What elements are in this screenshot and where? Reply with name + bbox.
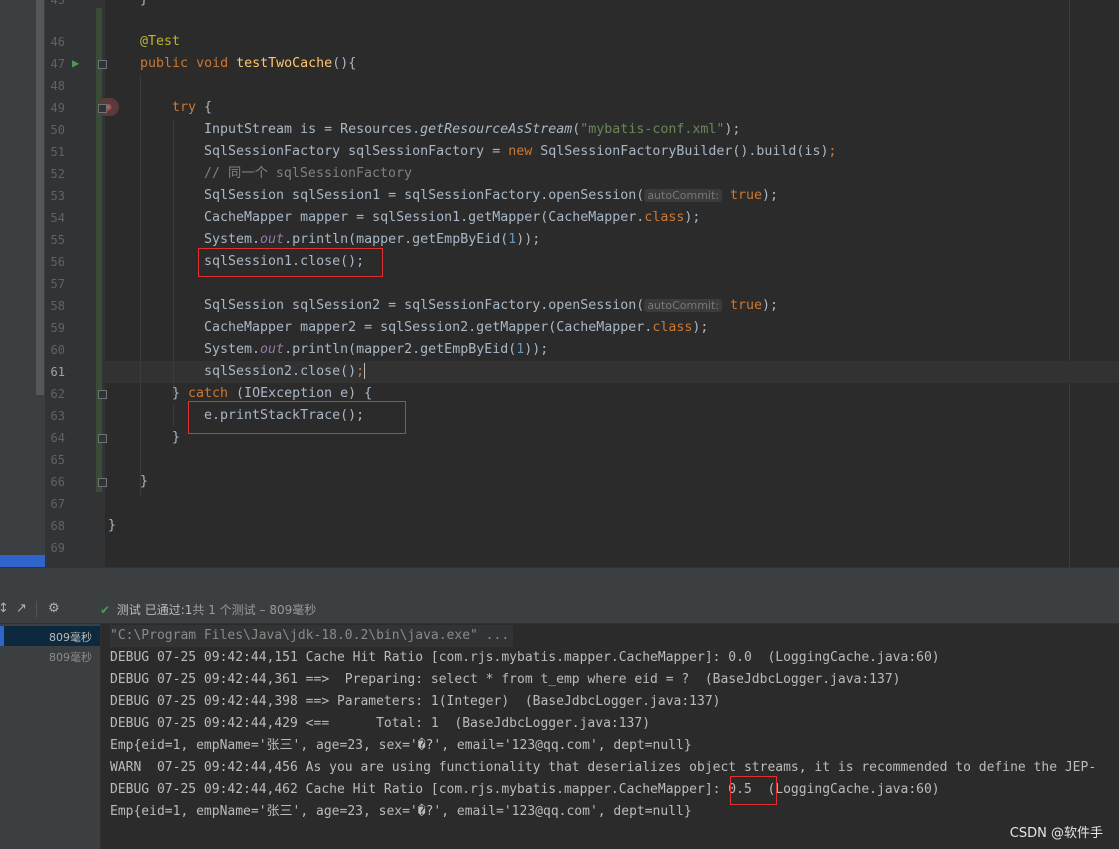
console-line: DEBUG 07-25 09:42:44,429 <== Total: 1 (B… — [110, 716, 651, 731]
line-number: 59 — [50, 321, 65, 335]
highlight-box-hit-ratio — [730, 776, 777, 805]
line-number: 61 — [50, 365, 65, 379]
test-tree-row[interactable]: 809毫秒 — [0, 646, 100, 666]
param-hint: autoCommit: — [644, 189, 722, 202]
line-number: 66 — [50, 475, 65, 489]
line-number: 47 — [50, 57, 65, 71]
console-line: Emp{eid=1, empName='张三', age=23, sex='�?… — [110, 738, 692, 753]
indent-guide — [173, 405, 174, 427]
fold-marker-icon[interactable] — [98, 390, 107, 399]
code-line: InputStream is = Resources.getResourceAs… — [204, 122, 741, 137]
test-duration: 809毫秒 — [49, 651, 92, 664]
line-number: 48 — [50, 79, 65, 93]
indent-guide — [140, 75, 141, 495]
project-scrollbar[interactable] — [36, 0, 44, 395]
code-line: sqlSession2.close(); — [204, 363, 366, 379]
highlight-box-close1 — [198, 248, 383, 277]
line-number: 51 — [50, 145, 65, 159]
line-number: 52 — [50, 167, 65, 181]
console-line: "C:\Program Files\Java\jdk-18.0.2\bin\ja… — [110, 625, 514, 647]
console-line: DEBUG 07-25 09:42:44,361 ==> Preparing: … — [110, 672, 901, 687]
line-number: 57 — [50, 277, 65, 291]
line-number: 63 — [50, 409, 65, 423]
code-line: SqlSessionFactory sqlSessionFactory = ne… — [204, 144, 837, 159]
test-results-tree: 809毫秒 809毫秒 — [0, 624, 101, 849]
code-line: } — [108, 518, 117, 533]
fold-marker-icon[interactable] — [98, 104, 107, 113]
console-line: DEBUG 07-25 09:42:44,398 ==> Parameters:… — [110, 694, 721, 709]
line-number: 49 — [50, 101, 65, 115]
code-line: public void testTwoCache(){ — [140, 56, 357, 71]
watermark: CSDN @软件手 — [1009, 826, 1103, 841]
line-number: 69 — [50, 541, 65, 555]
test-toolbar: ↕ ↗ ⚙ ✔ 测试 已通过:1共 1 个测试 – 809毫秒 — [0, 596, 1119, 624]
console-line: WARN 07-25 09:42:44,456 As you are using… — [110, 760, 1097, 775]
code-line: @Test — [140, 34, 181, 49]
line-number: 68 — [50, 519, 65, 533]
fold-marker-icon[interactable] — [98, 434, 107, 443]
line-number: 67 — [50, 497, 65, 511]
text-caret — [364, 363, 366, 379]
test-duration: 809毫秒 — [49, 631, 92, 644]
code-line: } — [172, 430, 181, 445]
check-icon: ✔ — [100, 603, 111, 617]
code-line: } — [140, 474, 149, 489]
line-number: 64 — [50, 431, 65, 445]
param-hint: autoCommit: — [644, 299, 722, 312]
code-line: SqlSession sqlSession1 = sqlSessionFacto… — [204, 188, 779, 203]
code-line: try { — [172, 100, 213, 115]
code-editor[interactable]: 45 46 47 48 49 50 51 52 53 54 55 56 57 5… — [0, 0, 1119, 567]
highlight-box-stacktrace — [188, 401, 406, 434]
code-line: // 同一个 sqlSessionFactory — [204, 166, 413, 181]
code-line: CacheMapper mapper2 = sqlSession2.getMap… — [204, 320, 709, 335]
code-line: System.out.println(mapper2.getEmpByEid(1… — [204, 342, 549, 357]
line-number: 50 — [50, 123, 65, 137]
line-number: 46 — [50, 35, 65, 49]
line-number: 54 — [50, 211, 65, 225]
run-test-icon[interactable]: ▶ — [72, 56, 79, 70]
export-icon[interactable]: ↗ — [16, 601, 27, 616]
line-number: 56 — [50, 255, 65, 269]
code-line: } — [140, 0, 148, 11]
toolbar-divider — [36, 601, 37, 617]
sort-icon[interactable]: ↕ — [0, 601, 9, 616]
gear-icon[interactable]: ⚙ — [48, 601, 60, 616]
code-line: SqlSession sqlSession2 = sqlSessionFacto… — [204, 298, 779, 313]
test-status: ✔ 测试 已通过:1共 1 个测试 – 809毫秒 — [100, 603, 317, 617]
fold-marker-icon[interactable] — [98, 478, 107, 487]
project-selected-item[interactable] — [0, 555, 45, 567]
right-margin-guide — [1069, 0, 1070, 567]
line-number: 45 — [50, 0, 65, 7]
code-line: CacheMapper mapper = sqlSession1.getMapp… — [204, 210, 701, 225]
vcs-change-marker[interactable] — [96, 8, 102, 492]
line-number: 53 — [50, 189, 65, 203]
console-line: DEBUG 07-25 09:42:44,151 Cache Hit Ratio… — [110, 650, 940, 665]
selection-marker — [0, 626, 4, 646]
fold-marker-icon[interactable] — [98, 60, 107, 69]
test-tree-row[interactable]: 809毫秒 — [0, 626, 100, 646]
console-line: DEBUG 07-25 09:42:44,462 Cache Hit Ratio… — [110, 782, 940, 797]
line-number: 65 — [50, 453, 65, 467]
project-panel-edge — [0, 0, 45, 567]
tool-window-splitter[interactable] — [0, 567, 1119, 597]
console-output[interactable]: "C:\Program Files\Java\jdk-18.0.2\bin\ja… — [101, 624, 1119, 849]
console-line: Emp{eid=1, empName='张三', age=23, sex='�?… — [110, 804, 692, 819]
line-number: 58 — [50, 299, 65, 313]
line-number: 62 — [50, 387, 65, 401]
indent-guide — [173, 119, 174, 395]
line-number: 60 — [50, 343, 65, 357]
line-number: 55 — [50, 233, 65, 247]
